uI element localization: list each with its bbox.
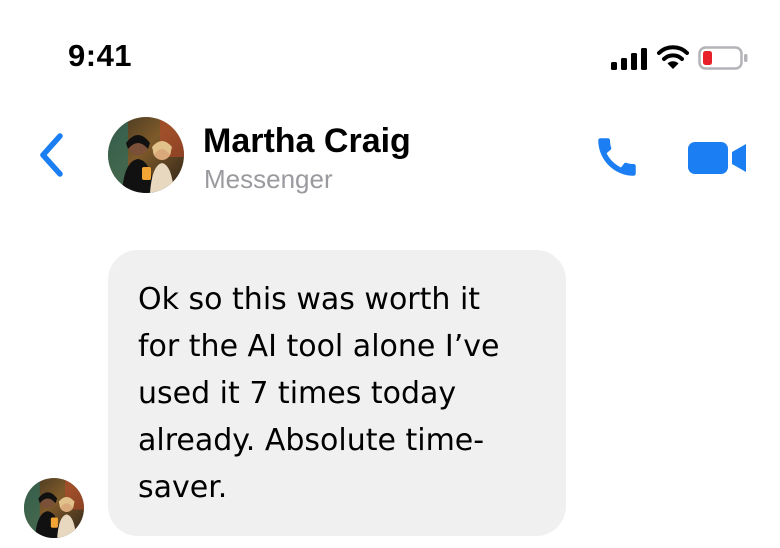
contact-subtitle: Messenger (204, 164, 333, 194)
message-bubble[interactable]: Ok so this was worth it for the AI tool … (108, 250, 566, 536)
contact-name: Martha Craig (203, 122, 411, 160)
cellular-signal-icon (611, 48, 647, 70)
chat-header: Martha Craig Messenger (0, 110, 780, 200)
sender-avatar[interactable] (24, 478, 84, 538)
contact-avatar[interactable] (108, 117, 184, 193)
message-text: Ok so this was worth it for the AI tool … (138, 282, 500, 505)
wifi-icon (657, 45, 689, 69)
video-camera-icon[interactable] (688, 140, 748, 176)
phone-icon[interactable] (592, 132, 642, 182)
chevron-left-icon[interactable] (34, 130, 68, 180)
status-time: 9:41 (68, 38, 133, 73)
battery-low-icon (698, 46, 748, 70)
status-bar: 9:41 (0, 0, 780, 100)
